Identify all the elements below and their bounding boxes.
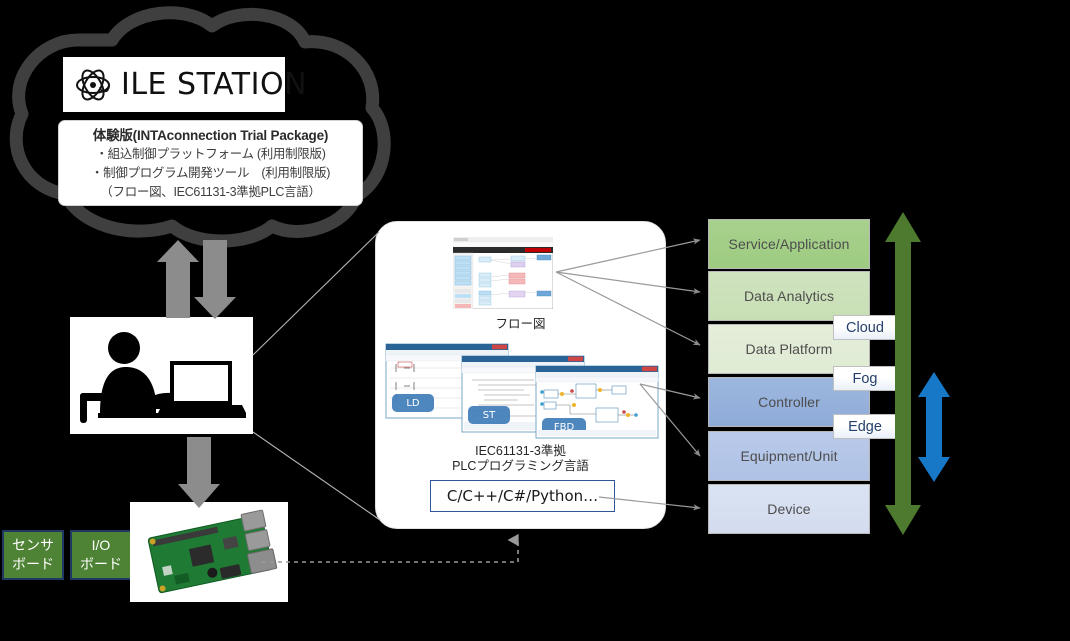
trial-line-1: ・組込制御プラットフォーム (利用制限版) <box>95 147 326 161</box>
svg-text:ST: ST <box>483 410 496 421</box>
stack-layer-label: Controller <box>758 394 820 410</box>
stack-layer-label: Data Platform <box>745 341 833 357</box>
sensor-board-line2: ボード <box>12 556 54 572</box>
badge-cloud: Cloud <box>833 315 897 340</box>
plc-editor-screenshots: LD ST FBD <box>384 342 660 439</box>
programming-languages-label: C/C++/C#/Python… <box>446 487 599 505</box>
flow-caption: フロー図 <box>495 317 546 331</box>
badge-label: Fog <box>852 370 878 387</box>
diagram-canvas: ILE STATION 体験版(INTAconnection Trial Pac… <box>0 0 1070 641</box>
io-board-line2: ボード <box>80 556 122 572</box>
trial-line-3: （フロー図、IEC61131-3準拠PLC言語） <box>100 185 321 199</box>
rpi-to-panel-dashed-connector <box>262 533 519 563</box>
flow-editor-screenshot <box>452 236 554 310</box>
raspberry-pi-image <box>130 502 288 602</box>
blue-double-arrow <box>918 372 950 482</box>
sensor-board-box: センサ ボード <box>2 530 64 580</box>
sensor-board-line1: センサ <box>12 537 54 553</box>
trial-title: 体験版(INTAconnection Trial Package) <box>92 128 329 143</box>
stack-layer-service-application: Service/Application <box>708 219 870 269</box>
badge-label: Edge <box>848 418 882 435</box>
atom-icon <box>76 69 111 100</box>
plc-caption-line2: PLCプログラミング言語 <box>452 459 589 473</box>
person-at-laptop-image <box>70 317 253 434</box>
stack-layer-device: Device <box>708 484 870 534</box>
badge-edge: Edge <box>833 414 897 439</box>
trial-line-2: ・制御プログラム開発ツール (利用制限版) <box>90 166 331 180</box>
io-board-line1: I/O <box>91 537 111 553</box>
stack-layer-label: Service/Application <box>728 236 850 252</box>
plc-caption-line1: IEC61131-3準拠 <box>475 444 566 458</box>
deploy-down-arrow <box>178 437 220 508</box>
plc-caption: IEC61131-3準拠 PLCプログラミング言語 <box>376 444 665 474</box>
badge-label: Cloud <box>846 319 884 336</box>
stack-layer-data-analytics: Data Analytics <box>708 271 870 321</box>
callout-lines <box>252 231 381 521</box>
logo-wordmark: ILE STATION <box>121 67 308 102</box>
svg-text:LD: LD <box>406 398 420 409</box>
stack-layer-label: Equipment/Unit <box>740 448 838 464</box>
io-board-box: I/O ボード <box>70 530 132 580</box>
stack-layer-label: Device <box>767 501 811 517</box>
stack-layer-label: Data Analytics <box>743 288 835 304</box>
programming-languages-box: C/C++/C#/Python… <box>430 480 615 512</box>
trial-package-description: 体験版(INTAconnection Trial Package) ・組込制御プ… <box>58 120 363 206</box>
badge-fog: Fog <box>833 366 897 391</box>
ile-station-logo: ILE STATION <box>63 57 307 112</box>
development-tools-panel: フロー図 LD ST FBD IEC61131-3準拠 PLCプログラミング言語… <box>375 221 666 529</box>
